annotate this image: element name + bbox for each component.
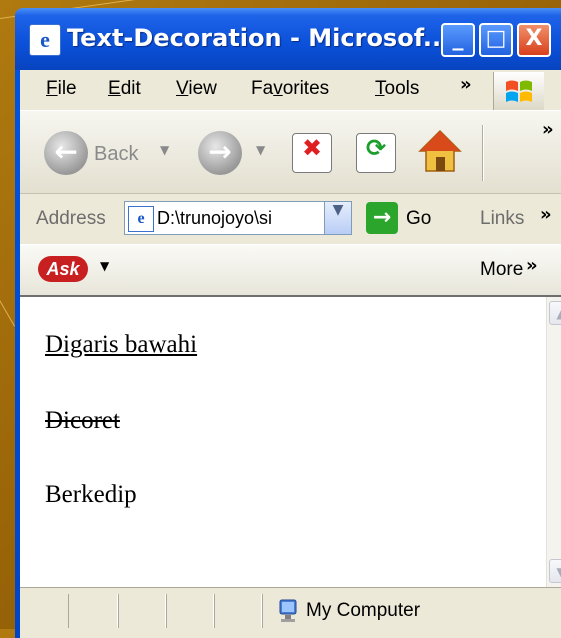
status-pane bbox=[166, 594, 214, 628]
links-label[interactable]: Links bbox=[480, 208, 524, 230]
windows-logo-icon bbox=[493, 72, 544, 110]
strikethrough-text: Dicoret bbox=[45, 407, 120, 434]
window-client: File Edit View Favorites Tools » ← Back … bbox=[20, 70, 561, 638]
title-bar[interactable]: e Text-Decoration - Microsof... _ □ X bbox=[15, 8, 561, 70]
close-button[interactable]: X bbox=[517, 23, 551, 57]
address-label: Address bbox=[36, 208, 106, 229]
ask-logo-icon[interactable]: Ask bbox=[38, 256, 88, 282]
status-pane bbox=[68, 594, 118, 628]
toolbar-overflow-chevron-icon[interactable]: » bbox=[542, 119, 554, 140]
background-line bbox=[0, 300, 15, 327]
stop-icon[interactable]: ✖ bbox=[292, 133, 332, 173]
standard-toolbar: ← Back ▼ → ▼ ✖ ⟳ » bbox=[20, 111, 561, 194]
toolbar-separator bbox=[482, 125, 484, 181]
ask-toolbar: Ask ▼ More » bbox=[20, 245, 561, 297]
back-arrow-icon[interactable]: ← bbox=[44, 131, 88, 175]
maximize-button[interactable]: □ bbox=[479, 23, 513, 57]
address-bar: Address e D:\trunojoyo\si ▼ → Go Links » bbox=[20, 194, 561, 245]
underlined-text: Digaris bawahi bbox=[45, 331, 198, 358]
go-arrow-icon[interactable]: → bbox=[366, 202, 398, 234]
menu-edit[interactable]: Edit bbox=[108, 78, 141, 100]
more-chevron-icon[interactable]: » bbox=[526, 255, 538, 276]
security-zone-label: My Computer bbox=[306, 600, 421, 621]
menu-view[interactable]: View bbox=[176, 78, 217, 100]
forward-arrow-icon[interactable]: → bbox=[198, 131, 242, 175]
menu-file[interactable]: File bbox=[46, 78, 77, 100]
browser-window: e Text-Decoration - Microsof... _ □ X Fi… bbox=[15, 8, 561, 638]
blink-text: Berkedip bbox=[45, 481, 137, 508]
window-title: Text-Decoration - Microsof... bbox=[67, 24, 451, 52]
status-pane bbox=[214, 594, 262, 628]
vertical-scrollbar[interactable]: ▲ ▼ bbox=[546, 297, 561, 587]
links-overflow-chevron-icon[interactable]: » bbox=[540, 204, 552, 225]
ask-dropdown-icon[interactable]: ▼ bbox=[100, 259, 109, 273]
go-button-label[interactable]: Go bbox=[406, 208, 431, 230]
menu-favorites[interactable]: Favorites bbox=[251, 78, 329, 100]
forward-dropdown-icon[interactable]: ▼ bbox=[256, 143, 265, 157]
minimize-button[interactable]: _ bbox=[441, 23, 475, 57]
address-dropdown-icon[interactable]: ▼ bbox=[324, 202, 351, 234]
more-button[interactable]: More bbox=[480, 259, 523, 281]
computer-zone-icon bbox=[279, 599, 297, 622]
scroll-down-icon[interactable]: ▼ bbox=[549, 559, 561, 583]
page-content: Digaris bawahi Dicoret Berkedip ▲ ▼ bbox=[20, 297, 561, 587]
back-dropdown-icon[interactable]: ▼ bbox=[160, 143, 169, 157]
menu-overflow-chevron-icon[interactable]: » bbox=[460, 74, 472, 95]
address-input[interactable]: e D:\trunojoyo\si ▼ bbox=[124, 201, 352, 235]
page-icon: e bbox=[128, 206, 154, 232]
ie-logo-icon: e bbox=[29, 24, 61, 56]
back-button-label[interactable]: Back bbox=[94, 143, 138, 166]
scroll-up-icon[interactable]: ▲ bbox=[549, 301, 561, 325]
status-bar: My Computer bbox=[20, 587, 561, 634]
status-pane bbox=[118, 594, 166, 628]
refresh-icon[interactable]: ⟳ bbox=[356, 133, 396, 173]
address-value[interactable]: D:\trunojoyo\si bbox=[157, 208, 325, 229]
menu-tools[interactable]: Tools bbox=[375, 78, 419, 100]
home-icon[interactable] bbox=[416, 127, 464, 175]
menu-bar: File Edit View Favorites Tools » bbox=[20, 70, 561, 111]
